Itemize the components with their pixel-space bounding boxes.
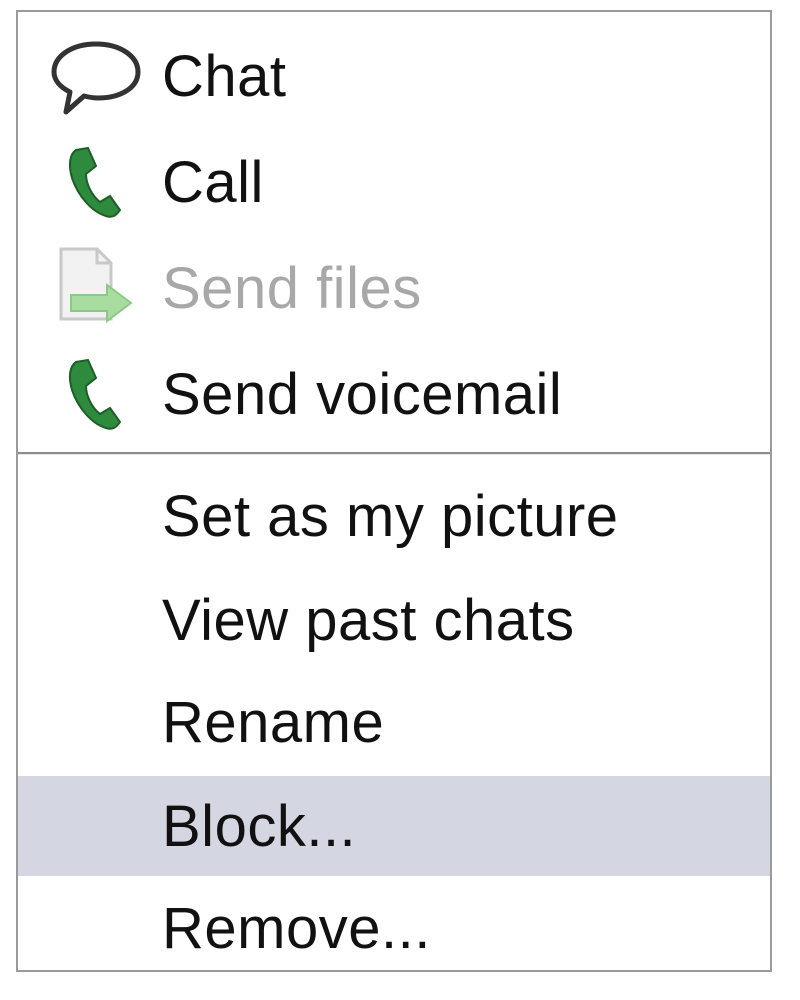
menu-item-send-files[interactable]: Send files	[18, 238, 770, 338]
menu-item-remove[interactable]: Remove...	[18, 878, 770, 978]
send-file-icon	[48, 240, 144, 336]
menu-item-send-voicemail[interactable]: Send voicemail	[18, 344, 770, 444]
menu-item-label: Send voicemail	[162, 361, 563, 427]
menu-item-label: View past chats	[162, 587, 575, 653]
menu-item-block[interactable]: Block...	[18, 776, 770, 876]
menu-item-label: Call	[162, 149, 264, 215]
phone-icon	[48, 134, 144, 230]
menu-item-label: Send files	[162, 255, 422, 321]
phone-icon	[48, 346, 144, 442]
contact-context-menu: Chat Call Send files Send voicemail Set …	[16, 10, 772, 972]
menu-item-label: Remove...	[162, 895, 431, 961]
menu-separator	[18, 452, 770, 455]
menu-item-label: Chat	[162, 43, 287, 109]
menu-item-rename[interactable]: Rename	[18, 672, 770, 772]
menu-item-chat[interactable]: Chat	[18, 26, 770, 126]
menu-item-view-past-chats[interactable]: View past chats	[18, 570, 770, 670]
chat-bubble-icon	[48, 28, 144, 124]
menu-item-set-as-my-picture[interactable]: Set as my picture	[18, 466, 770, 566]
menu-item-label: Rename	[162, 689, 385, 755]
menu-item-label: Block...	[162, 793, 357, 859]
menu-item-label: Set as my picture	[162, 483, 619, 549]
menu-item-call[interactable]: Call	[18, 132, 770, 232]
